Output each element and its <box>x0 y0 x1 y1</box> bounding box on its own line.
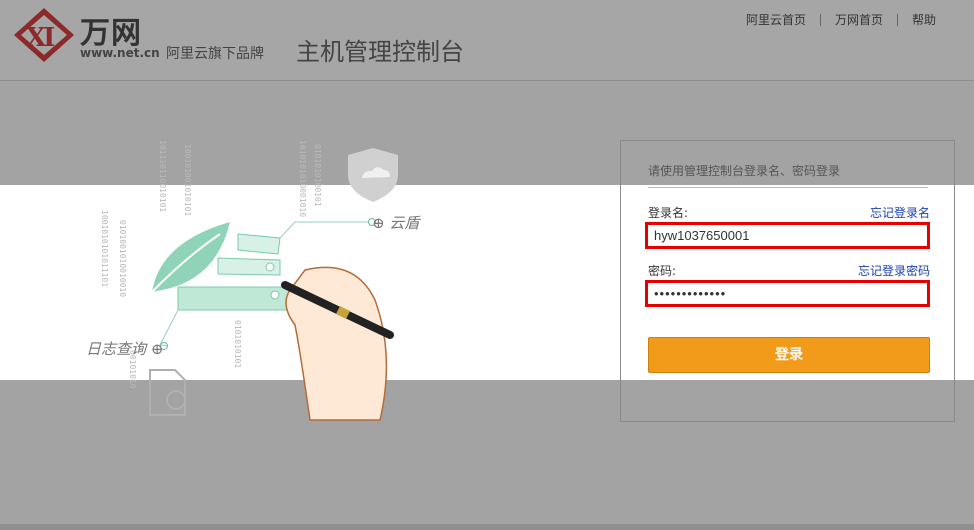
username-input[interactable]: hyw1037650001 <box>645 222 930 249</box>
brand-url: www.net.cn <box>80 46 160 60</box>
password-label: 密码: <box>648 264 677 278</box>
top-nav: 阿里云首页 万网首页 帮助 <box>732 11 950 28</box>
username-label: 登录名: <box>648 206 689 220</box>
nav-link-aliyun-home[interactable]: 阿里云首页 <box>732 11 820 28</box>
svg-text:1001010101011101: 1001010101011101 <box>100 210 109 287</box>
svg-text:100101001010101: 100101001010101 <box>183 144 192 216</box>
tag-cloud-shield: ⊕ 云盾 <box>372 214 420 232</box>
login-panel: 请使用管理控制台登录名、密码登录 登录名: 忘记登录名 hyw103765000… <box>620 140 955 422</box>
login-hint: 请使用管理控制台登录名、密码登录 <box>648 162 928 188</box>
tag-log-label: 日志查询 <box>86 340 147 358</box>
svg-text:0101001010010010: 0101001010010010 <box>118 220 127 297</box>
svg-text:Ⅺ: Ⅺ <box>26 23 55 53</box>
login-button[interactable]: 登录 <box>648 337 930 373</box>
wanwang-logo-icon[interactable]: Ⅺ <box>12 6 76 64</box>
brand-subtitle: 阿里云旗下品牌 <box>166 46 264 62</box>
header: Ⅺ 万网 www.net.cn 阿里云旗下品牌 主机管理控制台 阿里云首页 万网… <box>0 0 974 81</box>
nav-link-help[interactable]: 帮助 <box>898 11 950 28</box>
svg-text:0101010100101: 0101010100101 <box>313 144 322 207</box>
nav-link-wanwang-home[interactable]: 万网首页 <box>821 11 897 28</box>
svg-text:1010101010001010: 1010101010001010 <box>298 140 307 217</box>
svg-text:101110110010101: 101110110010101 <box>158 140 167 212</box>
svg-text:0101010101: 0101010101 <box>233 320 242 368</box>
tag-cloud-label: 云盾 <box>389 214 420 232</box>
footer-bar <box>0 524 974 530</box>
page-title: 主机管理控制台 <box>296 38 464 66</box>
password-input[interactable]: ••••••••••••• <box>645 280 930 307</box>
illustration-image: 101110110010101 100101001010101 10101010… <box>100 140 398 421</box>
forgot-password-link[interactable]: 忘记登录密码 <box>858 262 930 279</box>
forgot-username-link[interactable]: 忘记登录名 <box>870 204 930 221</box>
tag-log-query: 日志查询 ⊕ <box>86 340 164 358</box>
